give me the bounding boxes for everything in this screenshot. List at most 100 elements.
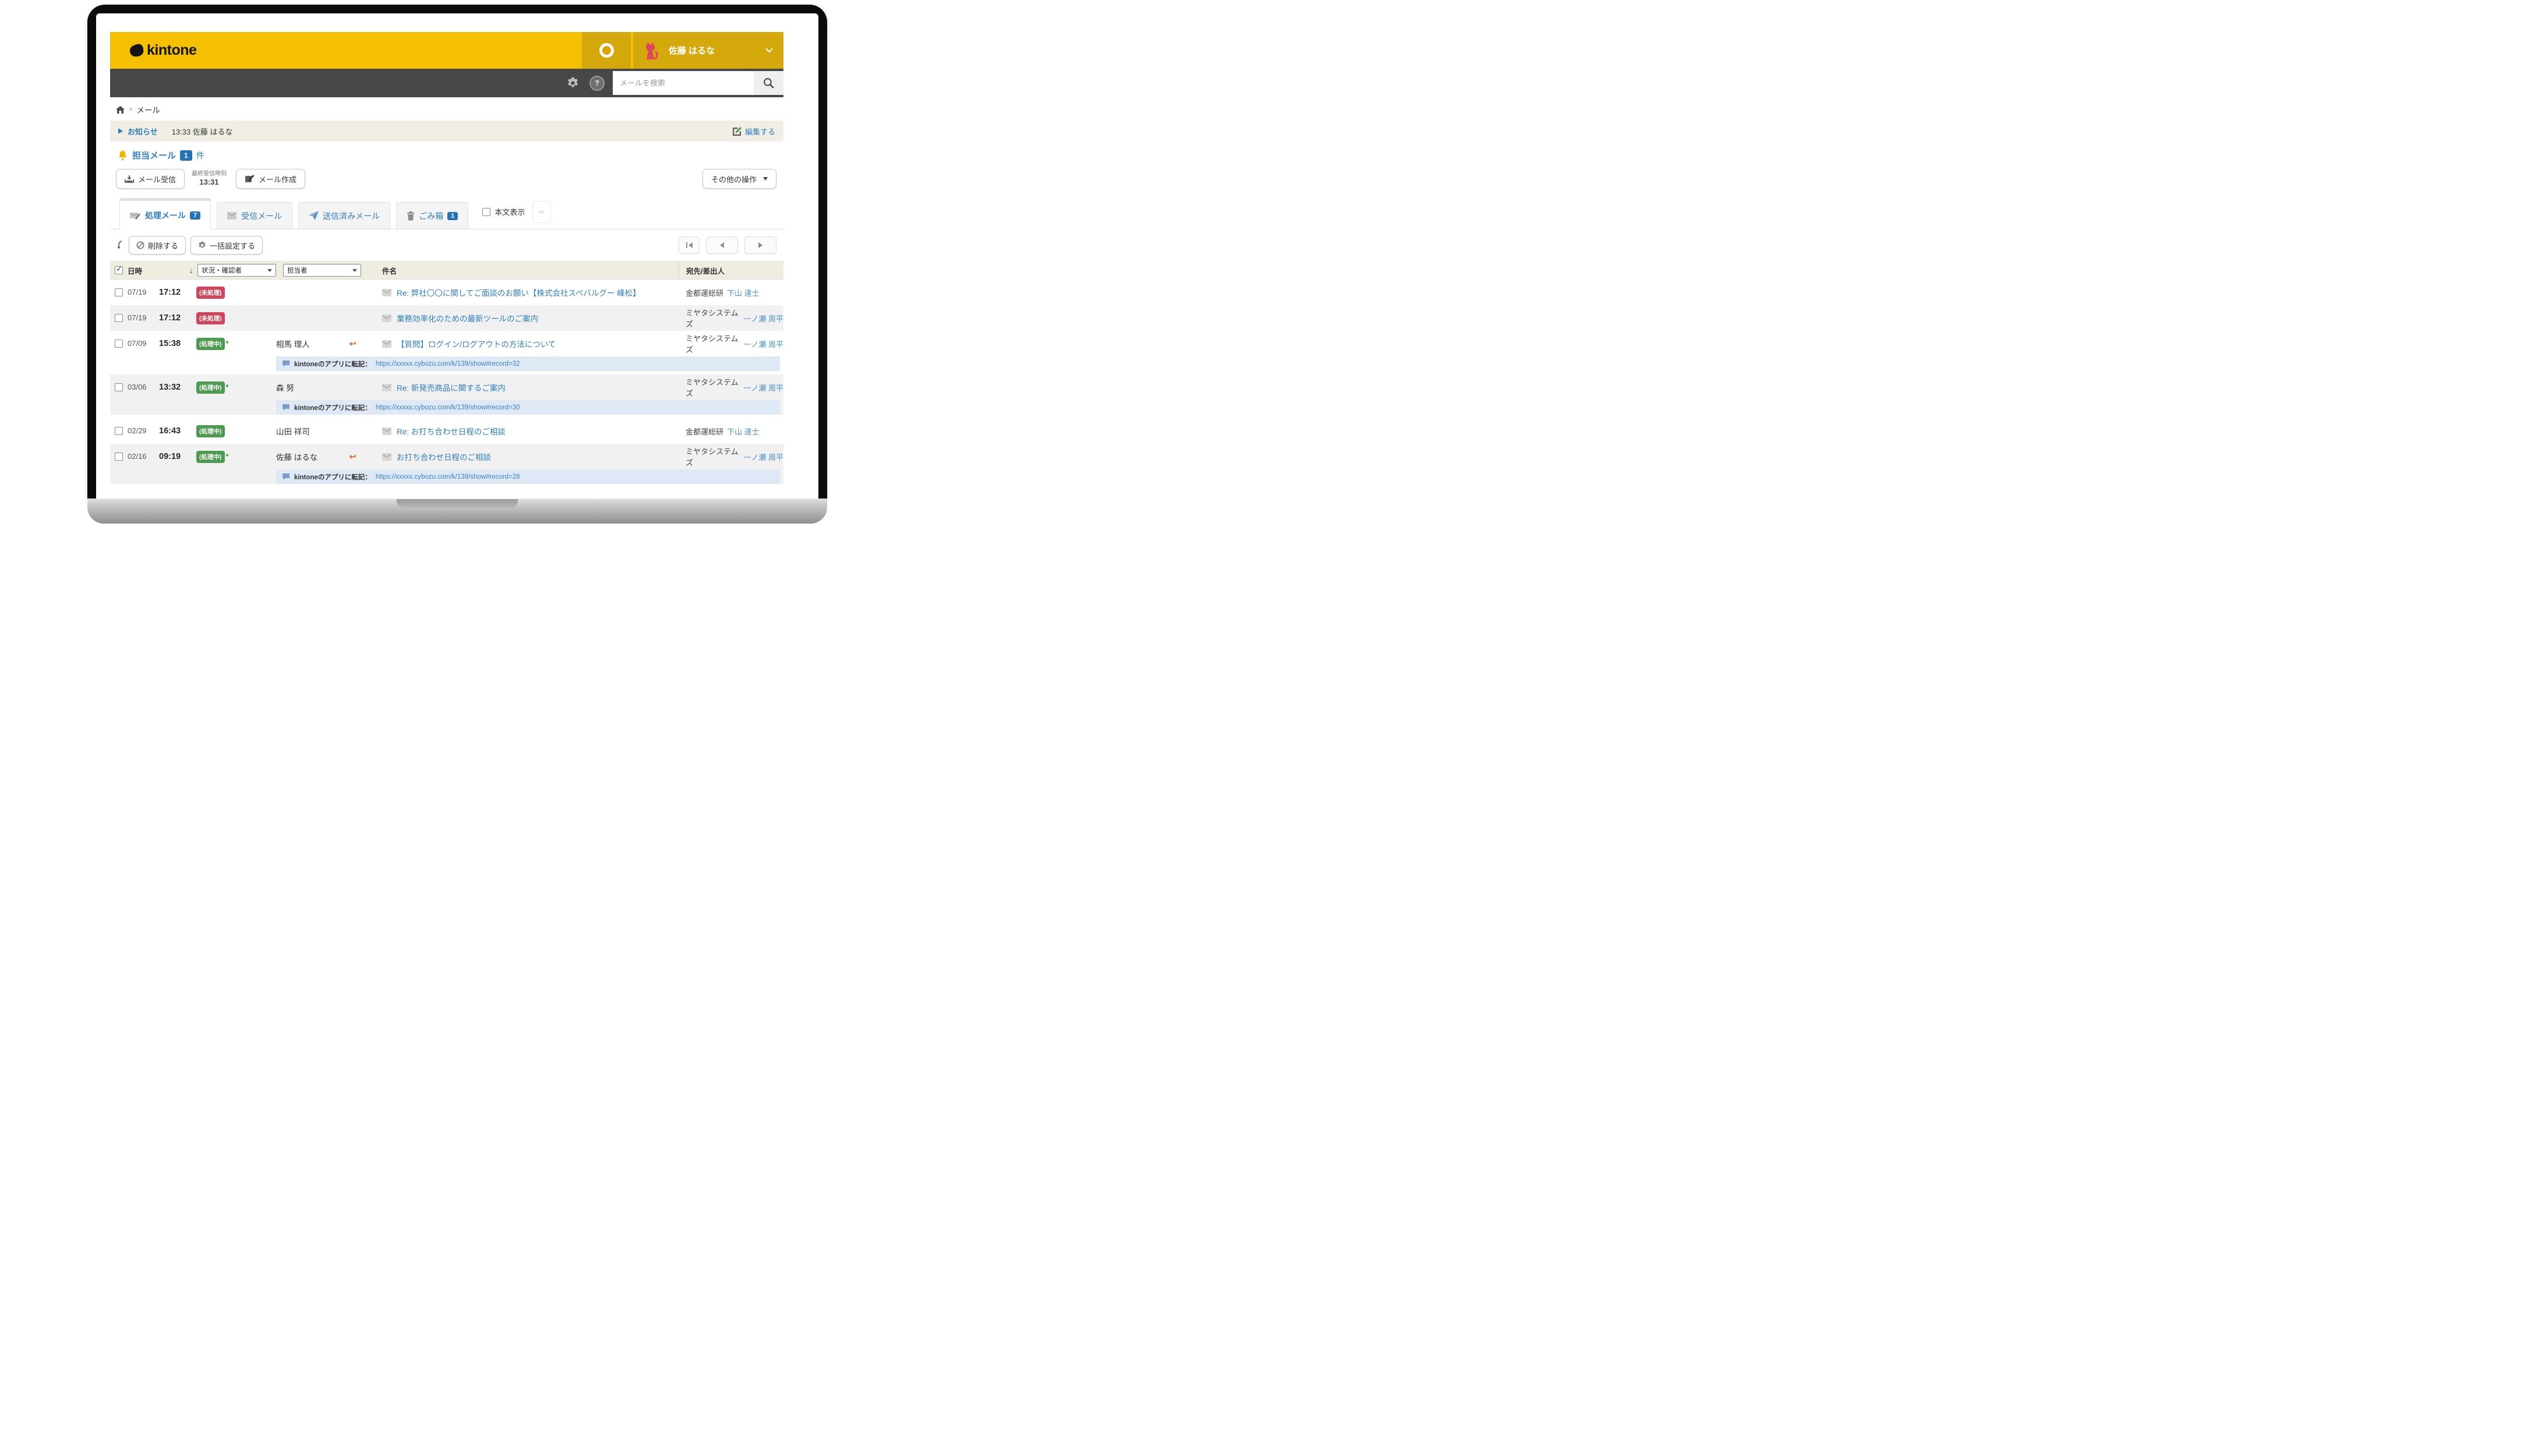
row-checkbox[interactable] xyxy=(115,453,123,461)
comment-icon xyxy=(282,404,290,411)
mail-subject-link[interactable]: 業務効率化のための最新ツールのご案内 xyxy=(397,312,538,324)
transfer-label: kintoneのアプリに転記： xyxy=(294,472,372,482)
status-star-icon: * xyxy=(226,451,229,463)
search-input[interactable] xyxy=(613,71,754,95)
search-icon xyxy=(763,77,774,89)
bulk-gear-icon xyxy=(198,241,206,249)
mail-subject-link[interactable]: Re: 弊社〇〇に関してご面談のお願い【株式会社スペバルグー 峰松】 xyxy=(397,287,641,298)
transfer-label: kintoneのアプリに転記： xyxy=(294,359,372,369)
first-page-button[interactable] xyxy=(679,236,700,254)
mail-subject-link[interactable]: お打ち合わせ日程のご相談 xyxy=(397,451,491,462)
assigned-count-badge: 1 xyxy=(180,150,192,161)
sender-person-link[interactable]: 下山 達士 xyxy=(727,426,760,437)
reply-icon: ↩ xyxy=(349,338,356,349)
mail-time: 09:19 xyxy=(159,452,181,461)
gear-icon[interactable] xyxy=(567,77,579,89)
mail-date: 03/06 xyxy=(128,383,147,391)
notice-meta: 13:33 佐藤 はるな xyxy=(172,126,233,137)
sender-person-link[interactable]: 一ノ瀬 周平 xyxy=(743,313,783,324)
prev-page-button[interactable] xyxy=(706,236,738,254)
transfer-record-link[interactable]: https://xxxxx.cybozu.com/k/139/show#reco… xyxy=(376,473,520,480)
table-header: ✓ 日時 ↓ 状況・確認者 担当者 xyxy=(110,261,783,280)
receive-mail-button[interactable]: メール受信 xyxy=(116,169,185,189)
row-checkbox[interactable] xyxy=(115,314,123,322)
sender-company: ミヤタシステムズ xyxy=(686,376,740,398)
status-filter-select[interactable]: 状況・確認者 xyxy=(197,264,276,277)
mail-date: 07/19 xyxy=(128,288,147,296)
mail-envelope-icon xyxy=(382,427,391,435)
help-icon[interactable]: ? xyxy=(589,76,605,91)
sender-person-link[interactable]: 一ノ瀬 周平 xyxy=(743,451,783,462)
sender-company: ミヤタシステムズ xyxy=(686,307,740,329)
delete-label: 削除する xyxy=(148,240,178,251)
kintone-logo[interactable]: kintone xyxy=(129,42,196,59)
mail-subject-link[interactable]: 【質問】ログイン/ログアウトの方法について xyxy=(397,338,556,349)
prev-page-icon xyxy=(720,242,724,248)
select-caret-icon xyxy=(267,269,272,272)
page: kintone xyxy=(0,0,913,525)
mail-subject-link[interactable]: Re: 新発売商品に関するご案内 xyxy=(397,381,506,393)
header-right: 佐藤 はるな xyxy=(582,32,783,69)
status-badge: (未処理) xyxy=(196,287,225,299)
next-page-button[interactable] xyxy=(744,236,776,254)
mail-date: 02/29 xyxy=(128,426,147,435)
kintone-transfer-bar: kintoneのアプリに転記：https://xxxxx.cybozu.com/… xyxy=(276,400,780,415)
tab-label: 受信メール xyxy=(241,210,282,222)
home-icon[interactable] xyxy=(116,106,125,114)
row-checkbox[interactable] xyxy=(115,383,123,391)
row-checkbox[interactable] xyxy=(115,427,123,435)
trash-icon xyxy=(407,211,415,221)
sort-desc-icon[interactable]: ↓ xyxy=(189,266,193,275)
user-name: 佐藤 はるな xyxy=(669,44,715,56)
chevron-down-icon xyxy=(765,48,773,53)
tab-processing[interactable]: 処理メール7 xyxy=(119,198,211,229)
more-actions-button[interactable]: その他の操作 xyxy=(702,169,776,189)
search-button[interactable] xyxy=(754,71,783,95)
mail-time: 13:32 xyxy=(159,383,181,392)
body-display-toggle: 本文表示 ◀▶ xyxy=(482,201,551,223)
body-display-checkbox[interactable] xyxy=(482,208,490,216)
caret-down-icon xyxy=(763,177,768,181)
transfer-record-link[interactable]: https://xxxxx.cybozu.com/k/139/show#reco… xyxy=(376,404,520,411)
sender-person-link[interactable]: 下山 達士 xyxy=(727,287,760,298)
tab-sent[interactable]: 送信済みメール xyxy=(298,202,390,229)
tab-inbox[interactable]: 受信メール xyxy=(217,202,292,229)
mail-envelope-icon xyxy=(382,314,391,322)
tab-trash[interactable]: ごみ箱1 xyxy=(396,202,468,229)
sender-person-link[interactable]: 一ノ瀬 周平 xyxy=(743,382,783,393)
row-checkbox[interactable] xyxy=(115,340,123,348)
app-toolbar: ? xyxy=(110,69,783,97)
mail-buttons-row: メール受信 最終受信時刻 13:31 メール作成 その他の操作 xyxy=(110,164,783,197)
breadcrumb-separator: > xyxy=(129,106,132,113)
edit-notice-button[interactable]: 編集する xyxy=(732,126,775,137)
status-star-icon: * xyxy=(226,338,229,350)
user-menu[interactable]: 佐藤 はるな xyxy=(633,32,783,69)
select-all-checkbox[interactable]: ✓ xyxy=(115,266,123,274)
delete-icon xyxy=(136,241,144,249)
compose-mail-button[interactable]: メール作成 xyxy=(236,169,305,189)
sender-company: ミヤタシステムズ xyxy=(686,333,740,355)
mail-row: 02/1609:19(処理中)*佐藤 はるな↩お打ち合わせ日程のご相談ミヤタシス… xyxy=(110,444,783,484)
row-checkbox[interactable] xyxy=(115,288,123,296)
laptop-base xyxy=(87,499,827,524)
transfer-record-link[interactable]: https://xxxxx.cybozu.com/k/139/show#reco… xyxy=(376,361,520,367)
mail-time: 16:43 xyxy=(159,426,181,436)
sender-person-link[interactable]: 一ノ瀬 周平 xyxy=(743,338,783,349)
assigned-mail-link[interactable]: 担当メール xyxy=(132,149,176,161)
pagination xyxy=(679,236,776,254)
kintone-transfer-bar: kintoneのアプリに転記： https://xxxxx.cybozu.com/… xyxy=(276,356,780,371)
assignee-filter-select[interactable]: 担当者 xyxy=(283,264,361,277)
compose-icon xyxy=(245,175,255,183)
delete-button[interactable]: 削除する xyxy=(129,236,186,255)
bulk-setting-button[interactable]: 一括設定する xyxy=(190,236,263,255)
expand-triangle-icon[interactable] xyxy=(118,128,123,134)
status-badge: (未処理) xyxy=(196,312,225,324)
tab-label: 送信済みメール xyxy=(323,210,380,222)
return-arrow-icon xyxy=(116,241,124,250)
send-icon xyxy=(309,211,319,221)
mail-subject-link[interactable]: Re: お打ち合わせ日程のご相談 xyxy=(397,425,506,437)
list-actions-row: 削除する 一括設定する xyxy=(110,229,783,261)
app-launcher-button[interactable] xyxy=(582,32,631,69)
status-badge: (処理中) xyxy=(196,451,225,463)
notice-link[interactable]: お知らせ xyxy=(128,126,158,137)
